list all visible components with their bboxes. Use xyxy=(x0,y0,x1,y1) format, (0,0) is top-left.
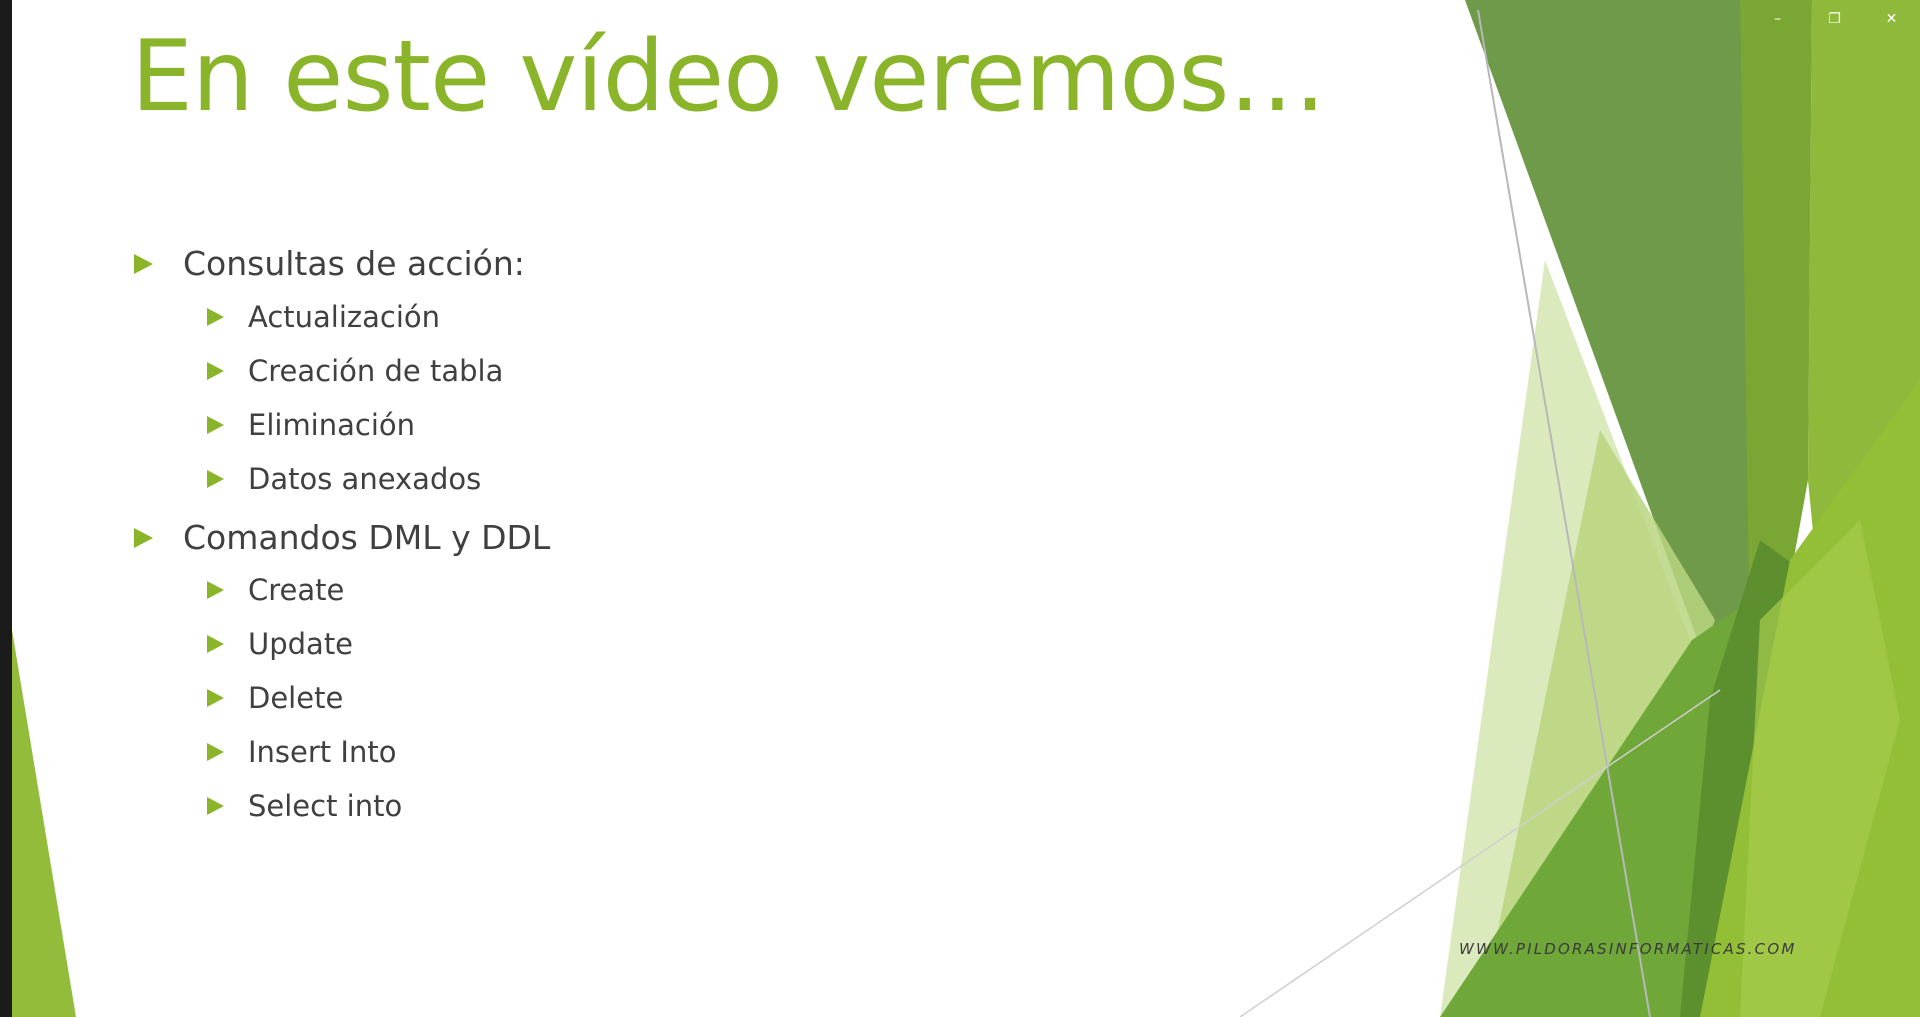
triangle-right-icon xyxy=(134,527,153,548)
sub-bullet-item: Creación de tabla xyxy=(207,354,503,388)
bullet-item: Consultas de acción: xyxy=(134,244,525,283)
bullet-label: Insert Into xyxy=(248,735,397,769)
triangle-right-icon xyxy=(207,416,224,434)
triangle-right-icon xyxy=(207,635,224,653)
sub-bullet-item: Eliminación xyxy=(207,408,415,442)
watermark-url: WWW.PILDORASINFORMATICAS.COM xyxy=(1459,940,1797,958)
window-controls: – ❐ ✕ xyxy=(1749,0,1920,38)
triangle-right-icon xyxy=(207,362,224,380)
sub-bullet-item: Actualización xyxy=(207,300,440,334)
sub-bullet-item: Create xyxy=(207,573,344,607)
sub-bullet-item: Delete xyxy=(207,681,343,715)
sub-bullet-item: Insert Into xyxy=(207,735,396,769)
triangle-right-icon xyxy=(207,797,224,815)
sub-bullet-item: Update xyxy=(207,627,353,661)
bullet-label: Select into xyxy=(248,789,403,823)
triangle-right-icon xyxy=(207,308,224,326)
triangle-right-icon xyxy=(207,689,224,707)
minimize-button[interactable]: – xyxy=(1749,0,1806,38)
close-button[interactable]: ✕ xyxy=(1863,0,1920,38)
bullet-label: Create xyxy=(248,573,345,607)
triangle-right-icon xyxy=(134,253,153,274)
bullet-label: Actualización xyxy=(248,300,441,334)
bullet-label: Creación de tabla xyxy=(248,354,504,388)
bullet-label: Consultas de acción: xyxy=(183,244,525,283)
bullet-label: Datos anexados xyxy=(248,462,482,496)
bullet-label: Update xyxy=(248,627,354,661)
bullet-list: Consultas de acción: Actualización Creació… xyxy=(0,0,1200,1017)
bullet-label: Delete xyxy=(248,681,344,715)
restore-button[interactable]: ❐ xyxy=(1806,0,1863,38)
bullet-item: Comandos DML y DDL xyxy=(134,518,550,557)
bullet-label: Eliminación xyxy=(248,408,416,442)
triangle-right-icon xyxy=(207,581,224,599)
bullet-label: Comandos DML y DDL xyxy=(183,518,551,557)
triangle-right-icon xyxy=(207,743,224,761)
triangle-right-icon xyxy=(207,470,224,488)
sub-bullet-item: Select into xyxy=(207,789,402,823)
slide-canvas: En este vídeo veremos… Consultas de acci… xyxy=(0,0,1920,1017)
sub-bullet-item: Datos anexados xyxy=(207,462,481,496)
